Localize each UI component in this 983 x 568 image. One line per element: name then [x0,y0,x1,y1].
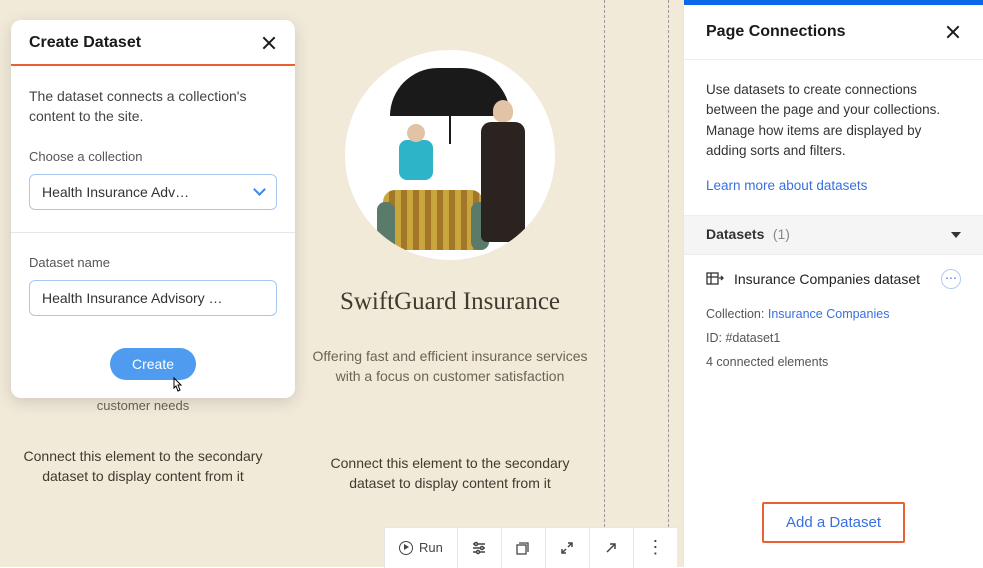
panel-header: Page Connections [684,5,983,60]
dataset-name-input[interactable] [29,280,277,316]
left-snippet: customer needs [8,398,278,413]
arrow-up-right-icon[interactable] [589,528,633,568]
page-connections-panel: Page Connections Use datasets to create … [683,0,983,567]
close-icon[interactable] [945,24,961,40]
modal-title: Create Dataset [29,34,141,52]
panel-intro: Use datasets to create connections betwe… [706,80,961,161]
collection-meta-label: Collection: [706,307,768,321]
collection-meta-link[interactable]: Insurance Companies [768,307,890,321]
collection-select-value[interactable] [29,174,277,210]
connected-elements: 4 connected elements [706,351,961,375]
collection-select[interactable] [29,174,277,210]
modal-highlight-frame: The dataset connects a collection's cont… [11,64,295,398]
dataset-icon [706,270,724,288]
company-description[interactable]: Offering fast and efficient insurance se… [300,346,600,387]
triangle-down-icon [951,232,961,238]
expand-icon[interactable] [545,528,589,568]
panel-footer: Add a Dataset [684,484,983,567]
run-button[interactable]: Run [384,528,457,568]
connect-placeholder-center[interactable]: Connect this element to the secondary da… [310,454,590,493]
guide-line [668,0,669,567]
dataset-name-field[interactable] [29,280,277,316]
more-vertical-icon[interactable] [633,528,677,568]
settings-sliders-icon[interactable] [457,528,501,568]
connect-placeholder-left[interactable]: Connect this element to the secondary da… [8,447,278,486]
datasets-count: (1) [773,226,790,242]
panel-title: Page Connections [706,23,846,41]
layers-icon[interactable] [501,528,545,568]
learn-more-link[interactable]: Learn more about datasets [706,178,867,193]
datasets-section-header[interactable]: Datasets (1) [684,215,983,255]
center-column: SwiftGuard Insurance Offering fast and e… [300,50,600,387]
panel-body: Use datasets to create connections betwe… [684,60,983,215]
modal-header: Create Dataset [11,20,295,66]
dataset-meta: Collection: Insurance Companies ID: #dat… [706,303,961,374]
close-icon[interactable] [261,35,277,51]
create-button[interactable]: Create [110,348,196,380]
guide-line [604,0,605,567]
hero-image[interactable] [345,50,555,260]
run-label: Run [419,540,443,555]
left-column: customer needs Connect this element to t… [8,398,278,486]
modal-description: The dataset connects a collection's cont… [29,86,277,127]
dataset-item[interactable]: Insurance Companies dataset Collection: … [684,255,983,390]
collection-label: Choose a collection [29,149,277,164]
cursor-pointer-icon [168,376,186,401]
add-dataset-button[interactable]: Add a Dataset [762,502,905,543]
dataset-item-name: Insurance Companies dataset [734,271,931,287]
dataset-more-icon[interactable] [941,269,961,289]
bottom-toolbar: Run [384,527,677,567]
divider [11,232,295,233]
id-meta-label: ID: [706,331,725,345]
company-title[interactable]: SwiftGuard Insurance [300,288,600,316]
play-icon [399,541,413,555]
datasets-label: Datasets [706,226,764,242]
id-meta-value: #dataset1 [725,331,780,345]
dataset-name-label: Dataset name [29,255,277,270]
create-dataset-modal: Create Dataset The dataset connects a co… [11,20,295,398]
